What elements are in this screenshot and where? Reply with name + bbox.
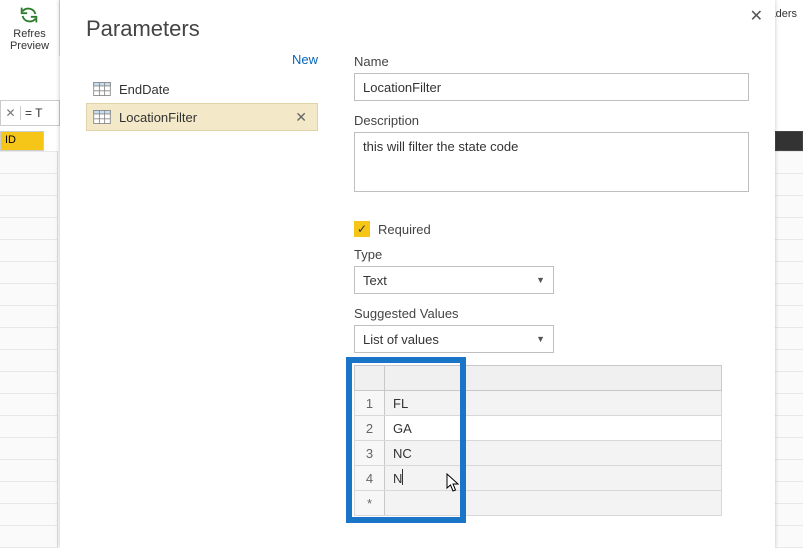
- ribbon-refresh-label: Refres Preview: [0, 28, 59, 52]
- parameter-form: Name Description ✓ Required Type Text ▼ …: [354, 52, 749, 516]
- values-header-rownum: [355, 366, 385, 391]
- required-label: Required: [378, 222, 431, 237]
- type-label: Type: [354, 247, 749, 262]
- new-parameter-link[interactable]: New: [86, 52, 318, 67]
- refresh-icon: [18, 4, 40, 26]
- param-item-locationfilter[interactable]: LocationFilter ✕: [86, 103, 318, 131]
- table-icon: [93, 110, 111, 124]
- values-table[interactable]: 1FL 2GA 3NC 4N *: [354, 365, 722, 516]
- parameter-list-panel: New EndDate LocationFilter ✕: [86, 52, 318, 516]
- close-icon[interactable]: ✕: [750, 6, 763, 26]
- type-select[interactable]: Text ▼: [354, 266, 554, 294]
- table-row-new[interactable]: *: [355, 491, 722, 516]
- values-header-value: [385, 366, 722, 391]
- column-header-id[interactable]: ID: [0, 131, 44, 151]
- table-icon: [93, 82, 111, 96]
- chevron-down-icon: ▼: [536, 275, 545, 285]
- formula-text: = T: [21, 106, 59, 120]
- suggested-values-select[interactable]: List of values ▼: [354, 325, 554, 353]
- table-row[interactable]: 4N: [355, 466, 722, 491]
- table-row[interactable]: 1FL: [355, 391, 722, 416]
- param-item-label: EndDate: [119, 82, 170, 97]
- description-input[interactable]: [354, 132, 749, 192]
- param-item-enddate[interactable]: EndDate: [86, 75, 318, 103]
- type-select-value: Text: [363, 273, 387, 288]
- background-grid-right: [775, 131, 803, 548]
- background-grid-left: [0, 151, 58, 548]
- name-label: Name: [354, 54, 749, 69]
- suggested-values-label: Suggested Values: [354, 306, 749, 321]
- suggested-values-select-value: List of values: [363, 332, 439, 347]
- formula-bar[interactable]: ✕ = T: [0, 100, 60, 126]
- formula-cancel-icon[interactable]: ✕: [1, 106, 21, 120]
- required-checkbox[interactable]: ✓: [354, 221, 370, 237]
- name-input[interactable]: [354, 73, 749, 101]
- param-item-label: LocationFilter: [119, 110, 197, 125]
- dialog-title: Parameters: [60, 0, 775, 52]
- delete-param-icon[interactable]: ✕: [291, 109, 311, 126]
- ribbon-refresh-button[interactable]: Refres Preview: [0, 0, 60, 56]
- chevron-down-icon: ▼: [536, 334, 545, 344]
- table-row[interactable]: 2GA: [355, 416, 722, 441]
- parameters-dialog: ✕ Parameters New EndDate LocationFilter …: [60, 0, 775, 548]
- description-label: Description: [354, 113, 749, 128]
- table-row[interactable]: 3NC: [355, 441, 722, 466]
